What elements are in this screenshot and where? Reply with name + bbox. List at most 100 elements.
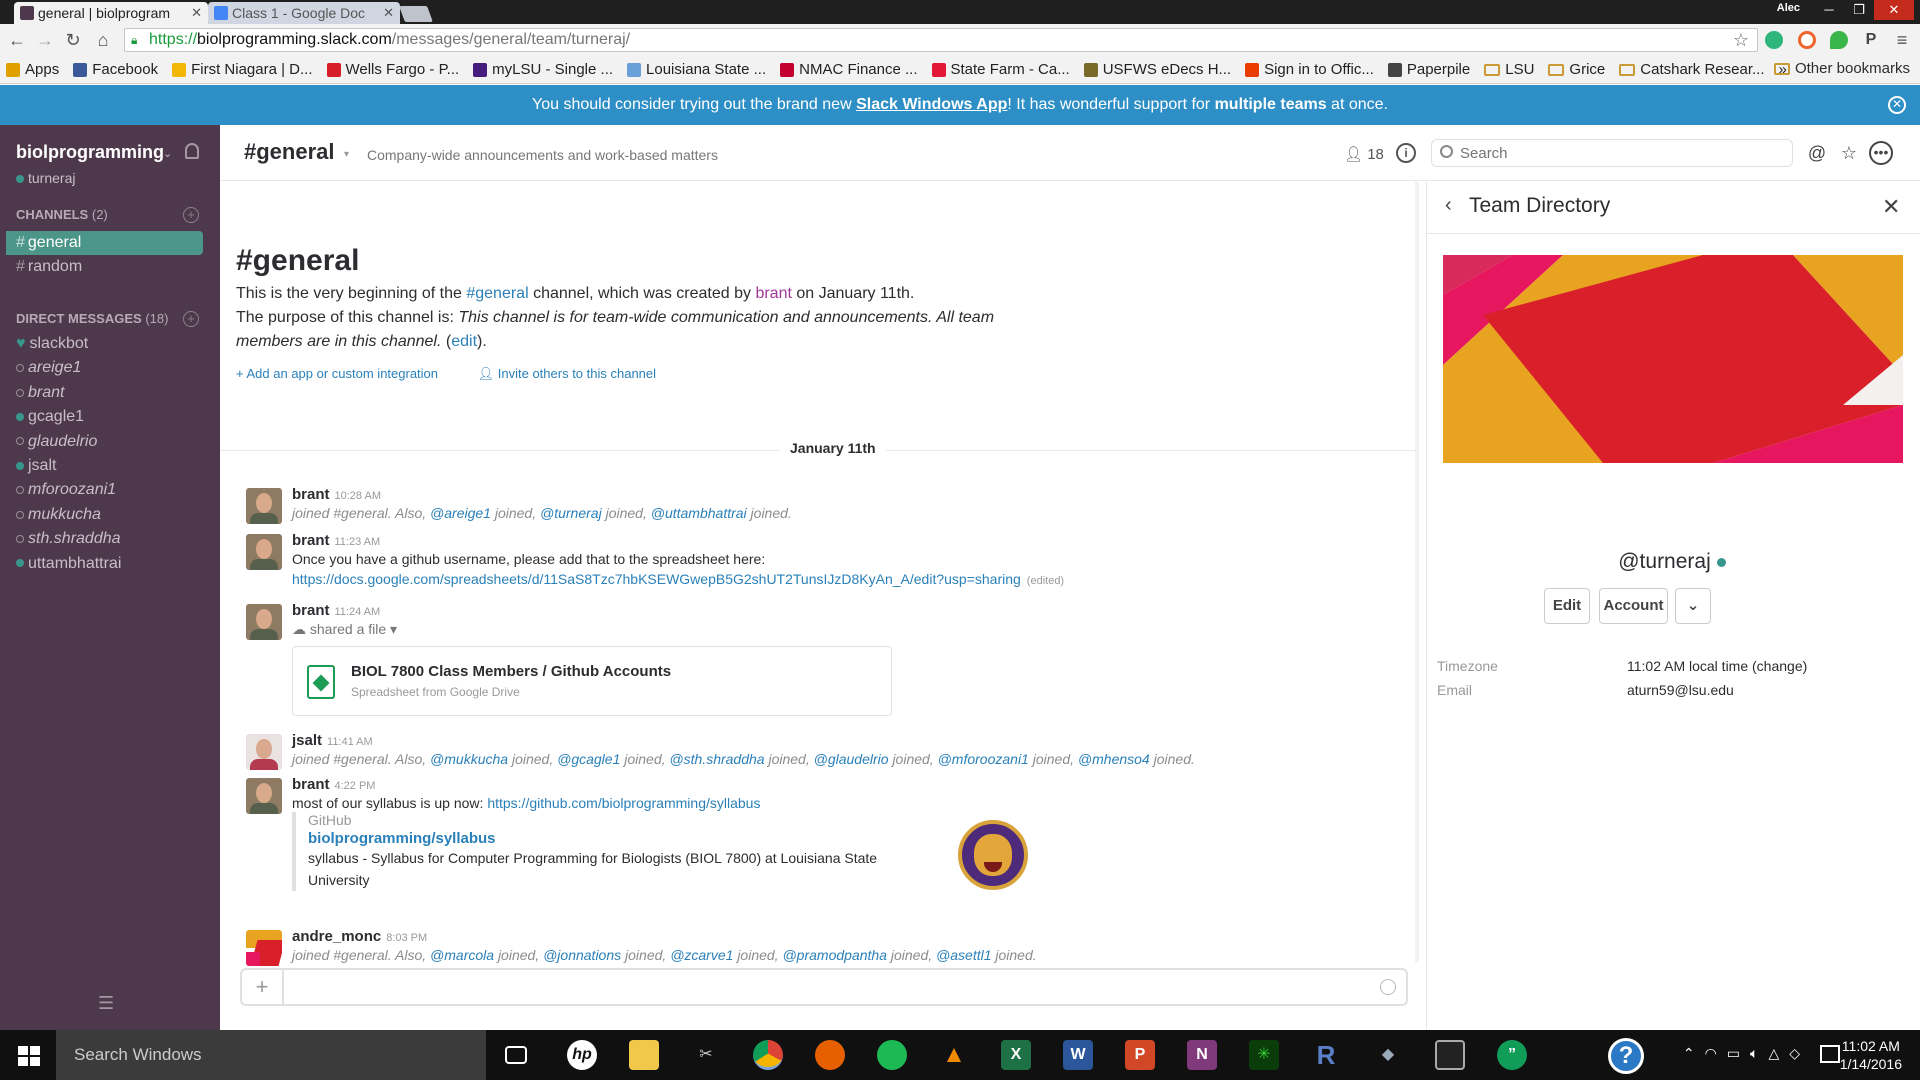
battery-icon[interactable]: ▭ <box>1727 1045 1740 1062</box>
mention[interactable]: @asettl1 <box>936 947 991 963</box>
sidebar-dm-mforoozani1[interactable]: mforoozani1 <box>16 481 116 499</box>
message-timestamp[interactable]: 11:41 AM <box>327 736 373 748</box>
chevron-down-icon[interactable]: ⌄ <box>163 147 172 160</box>
bookmark-item[interactable]: Catshark Resear... <box>1619 61 1764 78</box>
sidebar-dm-glaudelrio[interactable]: glaudelrio <box>16 433 97 451</box>
mention[interactable]: @mforoozani1 <box>938 751 1029 767</box>
tab-close-icon[interactable]: ✕ <box>383 2 394 24</box>
bookmark-item[interactable]: Grice <box>1548 61 1605 78</box>
info-icon[interactable]: i <box>1396 143 1416 163</box>
field-value[interactable]: 11:02 AM local time (change) <box>1627 658 1907 674</box>
intro-user-link[interactable]: brant <box>755 285 791 302</box>
r-icon[interactable]: R <box>1311 1040 1341 1070</box>
plus-icon[interactable]: + <box>242 970 284 1004</box>
sidebar-dm-slackbot[interactable]: ♥ slackbot <box>16 335 88 353</box>
reload-icon[interactable]: ↻ <box>62 29 84 51</box>
bookmark-item[interactable]: Wells Fargo - P... <box>326 61 459 78</box>
mention[interactable]: @mhenso4 <box>1078 751 1150 767</box>
close-icon[interactable]: ✕ <box>1882 194 1900 220</box>
search-input[interactable] <box>1460 143 1780 163</box>
mention[interactable]: @areige1 <box>430 505 491 521</box>
bookmark-item[interactable]: First Niagara | D... <box>172 61 313 78</box>
sidebar-dm-mukkucha[interactable]: mukkucha <box>16 506 101 524</box>
bell-icon[interactable] <box>185 143 199 159</box>
sidebar-dm-areige1[interactable]: areige1 <box>16 359 81 377</box>
field-value[interactable]: aturn59@lsu.edu <box>1627 682 1907 698</box>
excel-icon[interactable]: X <box>1001 1040 1031 1070</box>
message-scrollbar[interactable] <box>1415 182 1419 962</box>
file-card[interactable]: BIOL 7800 Class Members / Github Account… <box>292 646 892 716</box>
windows-start-icon[interactable] <box>18 1046 40 1066</box>
mention[interactable]: @turneraj <box>540 505 602 521</box>
mention[interactable]: @mukkucha <box>430 751 508 767</box>
add-dm-icon[interactable]: + <box>183 311 199 327</box>
window-user[interactable]: Alec <box>1777 2 1800 14</box>
message-author[interactable]: brant <box>292 602 330 619</box>
bookmark-item[interactable]: USFWS eDecs H... <box>1083 61 1231 78</box>
back-icon[interactable]: ← <box>6 29 28 51</box>
hp-icon[interactable]: hp <box>567 1040 597 1070</box>
task-view-icon[interactable] <box>505 1046 527 1064</box>
message-author[interactable]: brant <box>292 776 330 793</box>
message-author[interactable]: jsalt <box>292 732 322 749</box>
avatar[interactable] <box>246 930 282 966</box>
tab-close-icon[interactable]: ✕ <box>191 2 202 24</box>
minimize-icon[interactable]: ─ <box>1814 0 1844 20</box>
powerpoint-icon[interactable]: P <box>1125 1040 1155 1070</box>
terminal-icon[interactable] <box>1435 1040 1465 1070</box>
banner-app-link[interactable]: Slack Windows App <box>856 96 1007 113</box>
mention[interactable]: @marcola <box>430 947 494 963</box>
channel-title[interactable]: #general <box>244 139 335 165</box>
chrome-menu-icon[interactable]: ≡ <box>1893 31 1911 49</box>
bookmark-item[interactable]: LSU <box>1484 61 1534 78</box>
bookmark-item[interactable]: Paperpile <box>1387 61 1470 78</box>
taskbar-search[interactable]: Search Windows <box>56 1030 486 1080</box>
mentions-icon[interactable]: @ <box>1805 141 1829 165</box>
action-center-icon[interactable] <box>1820 1045 1840 1063</box>
firefox-icon[interactable] <box>815 1040 845 1070</box>
add-app-link[interactable]: + Add an app or custom integration <box>236 366 456 381</box>
message-composer[interactable]: + <box>240 968 1408 1006</box>
avatar[interactable] <box>246 604 282 640</box>
sidebar-dm-gcagle1[interactable]: gcagle1 <box>16 408 84 426</box>
bookmark-item[interactable]: Apps <box>6 61 59 78</box>
invite-link[interactable]: 👤︎ Invite others to this channel <box>478 366 674 381</box>
mention[interactable]: @uttambhattrai <box>651 505 747 521</box>
snipping-tool-icon[interactable]: ✂ <box>691 1040 721 1070</box>
edit-purpose-link[interactable]: edit <box>451 333 477 350</box>
sync-extension-icon[interactable] <box>1798 31 1816 49</box>
quick-switcher-icon[interactable]: ☰ <box>98 993 114 1014</box>
evernote-extension-icon[interactable] <box>1830 31 1848 49</box>
mention[interactable]: @sth.shraddha <box>669 751 764 767</box>
tab-google-doc[interactable]: Class 1 - Google Doc ✕ <box>208 2 400 24</box>
message-timestamp[interactable]: 10:28 AM <box>335 490 381 502</box>
emoji-icon[interactable] <box>1380 979 1396 995</box>
avatar[interactable] <box>246 734 282 770</box>
message-timestamp[interactable]: 4:22 PM <box>335 780 376 792</box>
wifi-icon[interactable]: ◠ <box>1705 1045 1717 1062</box>
file-explorer-icon[interactable] <box>629 1040 659 1070</box>
sidebar-dm-uttambhattrai[interactable]: uttambhattrai <box>16 555 121 573</box>
message-author[interactable]: brant <box>292 532 330 549</box>
shared-file-label[interactable]: ☁︎ shared a file ▾ <box>292 619 397 639</box>
figtree-icon[interactable]: ✳ <box>1249 1040 1279 1070</box>
chevron-left-icon[interactable]: ‹ <box>1445 194 1452 217</box>
file-title[interactable]: BIOL 7800 Class Members / Github Account… <box>351 663 671 680</box>
chevron-up-icon[interactable]: ⌃ <box>1683 1045 1695 1062</box>
taskbar-clock[interactable]: 11:02 AM 1/14/2016 <box>1840 1037 1902 1073</box>
chevron-down-icon[interactable]: ▾ <box>344 149 349 160</box>
word-icon[interactable]: W <box>1063 1040 1093 1070</box>
member-count-button[interactable]: 👤︎ 18 <box>1344 145 1384 163</box>
avatar[interactable] <box>246 534 282 570</box>
sidebar-channel-general[interactable]: # general <box>6 231 203 255</box>
direct-messages-header[interactable]: DIRECT MESSAGES (18) <box>16 311 168 326</box>
chrome-icon[interactable] <box>753 1040 783 1070</box>
sidebar-dm-brant[interactable]: brant <box>16 384 64 402</box>
team-name[interactable]: biolprogramming <box>16 142 164 163</box>
account-button[interactable]: Account <box>1599 588 1668 624</box>
attachment-title[interactable]: biolprogramming/syllabus <box>308 830 1002 847</box>
bookmark-item[interactable]: Sign in to Offic... <box>1245 61 1374 78</box>
mention[interactable]: @pramodpantha <box>782 947 887 963</box>
forward-icon[interactable]: → <box>34 29 56 51</box>
hangouts-icon[interactable]: ” <box>1497 1040 1527 1070</box>
